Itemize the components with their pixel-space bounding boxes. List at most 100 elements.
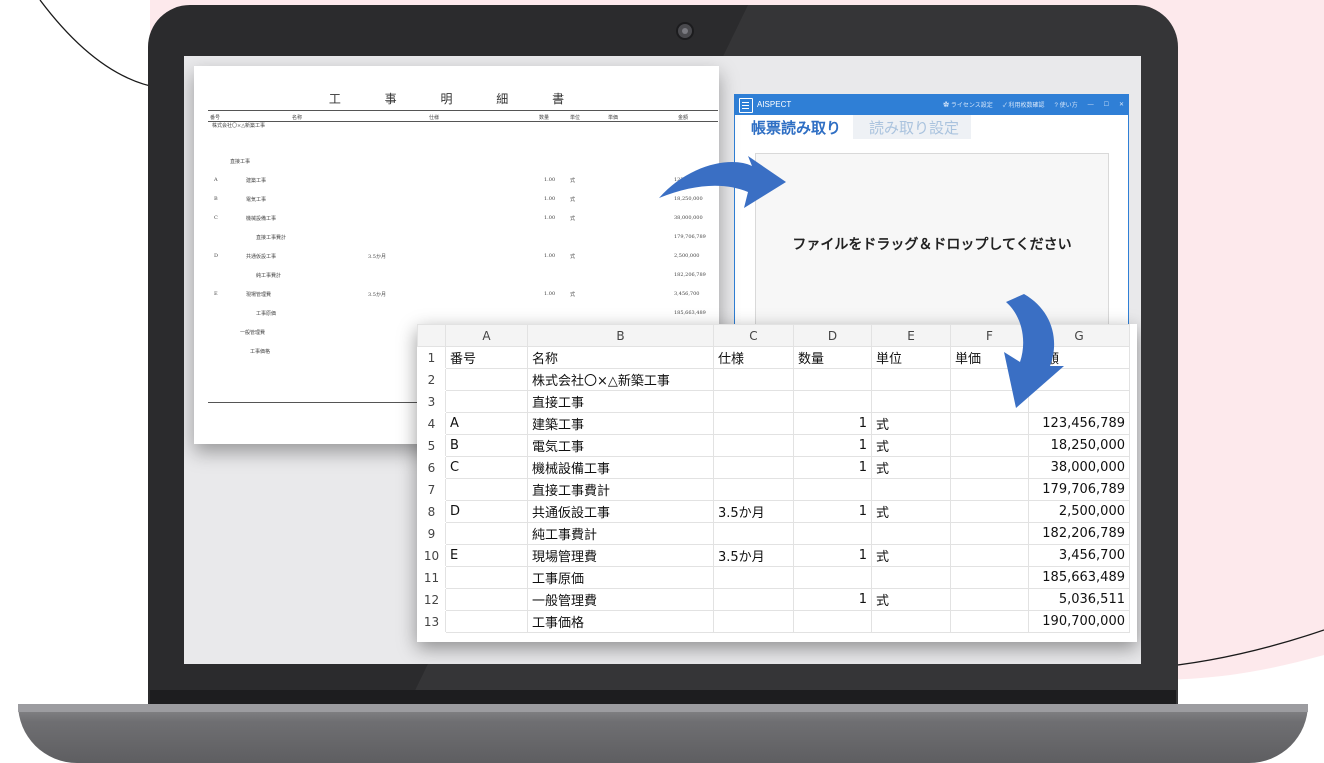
cell-a13[interactable] bbox=[445, 610, 528, 633]
cell-b12[interactable]: 一般管理費 bbox=[527, 588, 714, 611]
cell-d2[interactable] bbox=[793, 368, 872, 391]
cell-c5[interactable] bbox=[713, 434, 794, 457]
cell-b3[interactable]: 直接工事 bbox=[527, 390, 714, 413]
cell-c1[interactable]: 仕様 bbox=[713, 346, 794, 369]
cell-e10[interactable]: 式 bbox=[871, 544, 951, 567]
cell-c6[interactable] bbox=[713, 456, 794, 479]
cell-g10[interactable]: 3,456,700 bbox=[1028, 544, 1130, 567]
cell-f5[interactable] bbox=[950, 434, 1029, 457]
cell-g12[interactable]: 5,036,511 bbox=[1028, 588, 1130, 611]
cell-a2[interactable] bbox=[445, 368, 528, 391]
cell-e5[interactable]: 式 bbox=[871, 434, 951, 457]
cell-e2[interactable] bbox=[871, 368, 951, 391]
cell-f12[interactable] bbox=[950, 588, 1029, 611]
cell-e11[interactable] bbox=[871, 566, 951, 589]
row-header[interactable]: 9 bbox=[417, 522, 446, 545]
cell-b7[interactable]: 直接工事費計 bbox=[527, 478, 714, 501]
cell-a12[interactable] bbox=[445, 588, 528, 611]
usage-check-link[interactable]: ✓ 利用枚数確認 bbox=[1003, 100, 1045, 109]
cell-f4[interactable] bbox=[950, 412, 1029, 435]
cell-d11[interactable] bbox=[793, 566, 872, 589]
cell-b4[interactable]: 建築工事 bbox=[527, 412, 714, 435]
license-settings-link[interactable]: ✿ ライセンス設定 bbox=[943, 100, 993, 109]
cell-g7[interactable]: 179,706,789 bbox=[1028, 478, 1130, 501]
column-header-e[interactable]: E bbox=[871, 324, 951, 347]
cell-b5[interactable]: 電気工事 bbox=[527, 434, 714, 457]
cell-g8[interactable]: 2,500,000 bbox=[1028, 500, 1130, 523]
row-header[interactable]: 11 bbox=[417, 566, 446, 589]
cell-d6[interactable]: 1 bbox=[793, 456, 872, 479]
cell-e13[interactable] bbox=[871, 610, 951, 633]
cell-d4[interactable]: 1 bbox=[793, 412, 872, 435]
cell-c10[interactable]: 3.5か月 bbox=[713, 544, 794, 567]
cell-c2[interactable] bbox=[713, 368, 794, 391]
cell-a5[interactable]: B bbox=[445, 434, 528, 457]
cell-b9[interactable]: 純工事費計 bbox=[527, 522, 714, 545]
cell-a8[interactable]: D bbox=[445, 500, 528, 523]
cell-g5[interactable]: 18,250,000 bbox=[1028, 434, 1130, 457]
cell-e9[interactable] bbox=[871, 522, 951, 545]
row-header[interactable]: 8 bbox=[417, 500, 446, 523]
cell-a11[interactable] bbox=[445, 566, 528, 589]
cell-f8[interactable] bbox=[950, 500, 1029, 523]
row-header[interactable]: 4 bbox=[417, 412, 446, 435]
row-header[interactable]: 10 bbox=[417, 544, 446, 567]
row-header[interactable]: 7 bbox=[417, 478, 446, 501]
cell-f11[interactable] bbox=[950, 566, 1029, 589]
cell-a4[interactable]: A bbox=[445, 412, 528, 435]
cell-d7[interactable] bbox=[793, 478, 872, 501]
cell-c12[interactable] bbox=[713, 588, 794, 611]
cell-c11[interactable] bbox=[713, 566, 794, 589]
cell-c7[interactable] bbox=[713, 478, 794, 501]
cell-b6[interactable]: 機械設備工事 bbox=[527, 456, 714, 479]
cell-g6[interactable]: 38,000,000 bbox=[1028, 456, 1130, 479]
cell-a6[interactable]: C bbox=[445, 456, 528, 479]
cell-e3[interactable] bbox=[871, 390, 951, 413]
cell-g13[interactable]: 190,700,000 bbox=[1028, 610, 1130, 633]
cell-b13[interactable]: 工事価格 bbox=[527, 610, 714, 633]
cell-a9[interactable] bbox=[445, 522, 528, 545]
column-header-c[interactable]: C bbox=[713, 324, 794, 347]
cell-e12[interactable]: 式 bbox=[871, 588, 951, 611]
cell-d1[interactable]: 数量 bbox=[793, 346, 872, 369]
row-header[interactable]: 1 bbox=[417, 346, 446, 369]
cell-g9[interactable]: 182,206,789 bbox=[1028, 522, 1130, 545]
cell-g4[interactable]: 123,456,789 bbox=[1028, 412, 1130, 435]
cell-d5[interactable]: 1 bbox=[793, 434, 872, 457]
cell-b11[interactable]: 工事原価 bbox=[527, 566, 714, 589]
cell-d3[interactable] bbox=[793, 390, 872, 413]
cell-f13[interactable] bbox=[950, 610, 1029, 633]
cell-c3[interactable] bbox=[713, 390, 794, 413]
cell-b1[interactable]: 名称 bbox=[527, 346, 714, 369]
tab-form-reading[interactable]: 帳票読み取り bbox=[735, 115, 854, 139]
close-button[interactable]: ✕ bbox=[1119, 101, 1124, 108]
cell-e6[interactable]: 式 bbox=[871, 456, 951, 479]
minimize-button[interactable]: — bbox=[1088, 102, 1094, 108]
row-header[interactable]: 3 bbox=[417, 390, 446, 413]
help-link[interactable]: ? 使い方 bbox=[1055, 100, 1078, 109]
cell-f9[interactable] bbox=[950, 522, 1029, 545]
cell-c8[interactable]: 3.5か月 bbox=[713, 500, 794, 523]
select-all-corner[interactable] bbox=[417, 324, 446, 347]
cell-c13[interactable] bbox=[713, 610, 794, 633]
cell-a10[interactable]: E bbox=[445, 544, 528, 567]
tab-reading-settings[interactable]: 読み取り設定 bbox=[853, 115, 972, 139]
cell-a7[interactable] bbox=[445, 478, 528, 501]
cell-a1[interactable]: 番号 bbox=[445, 346, 528, 369]
cell-d8[interactable]: 1 bbox=[793, 500, 872, 523]
cell-f7[interactable] bbox=[950, 478, 1029, 501]
cell-b10[interactable]: 現場管理費 bbox=[527, 544, 714, 567]
cell-a3[interactable] bbox=[445, 390, 528, 413]
cell-g11[interactable]: 185,663,489 bbox=[1028, 566, 1130, 589]
row-header[interactable]: 12 bbox=[417, 588, 446, 611]
cell-d12[interactable]: 1 bbox=[793, 588, 872, 611]
row-header[interactable]: 6 bbox=[417, 456, 446, 479]
row-header[interactable]: 2 bbox=[417, 368, 446, 391]
maximize-button[interactable]: ☐ bbox=[1104, 101, 1109, 108]
column-header-b[interactable]: B bbox=[527, 324, 714, 347]
cell-e8[interactable]: 式 bbox=[871, 500, 951, 523]
cell-d9[interactable] bbox=[793, 522, 872, 545]
cell-b2[interactable]: 株式会社〇×△新築工事 bbox=[527, 368, 714, 391]
row-header[interactable]: 13 bbox=[417, 610, 446, 633]
cell-f10[interactable] bbox=[950, 544, 1029, 567]
